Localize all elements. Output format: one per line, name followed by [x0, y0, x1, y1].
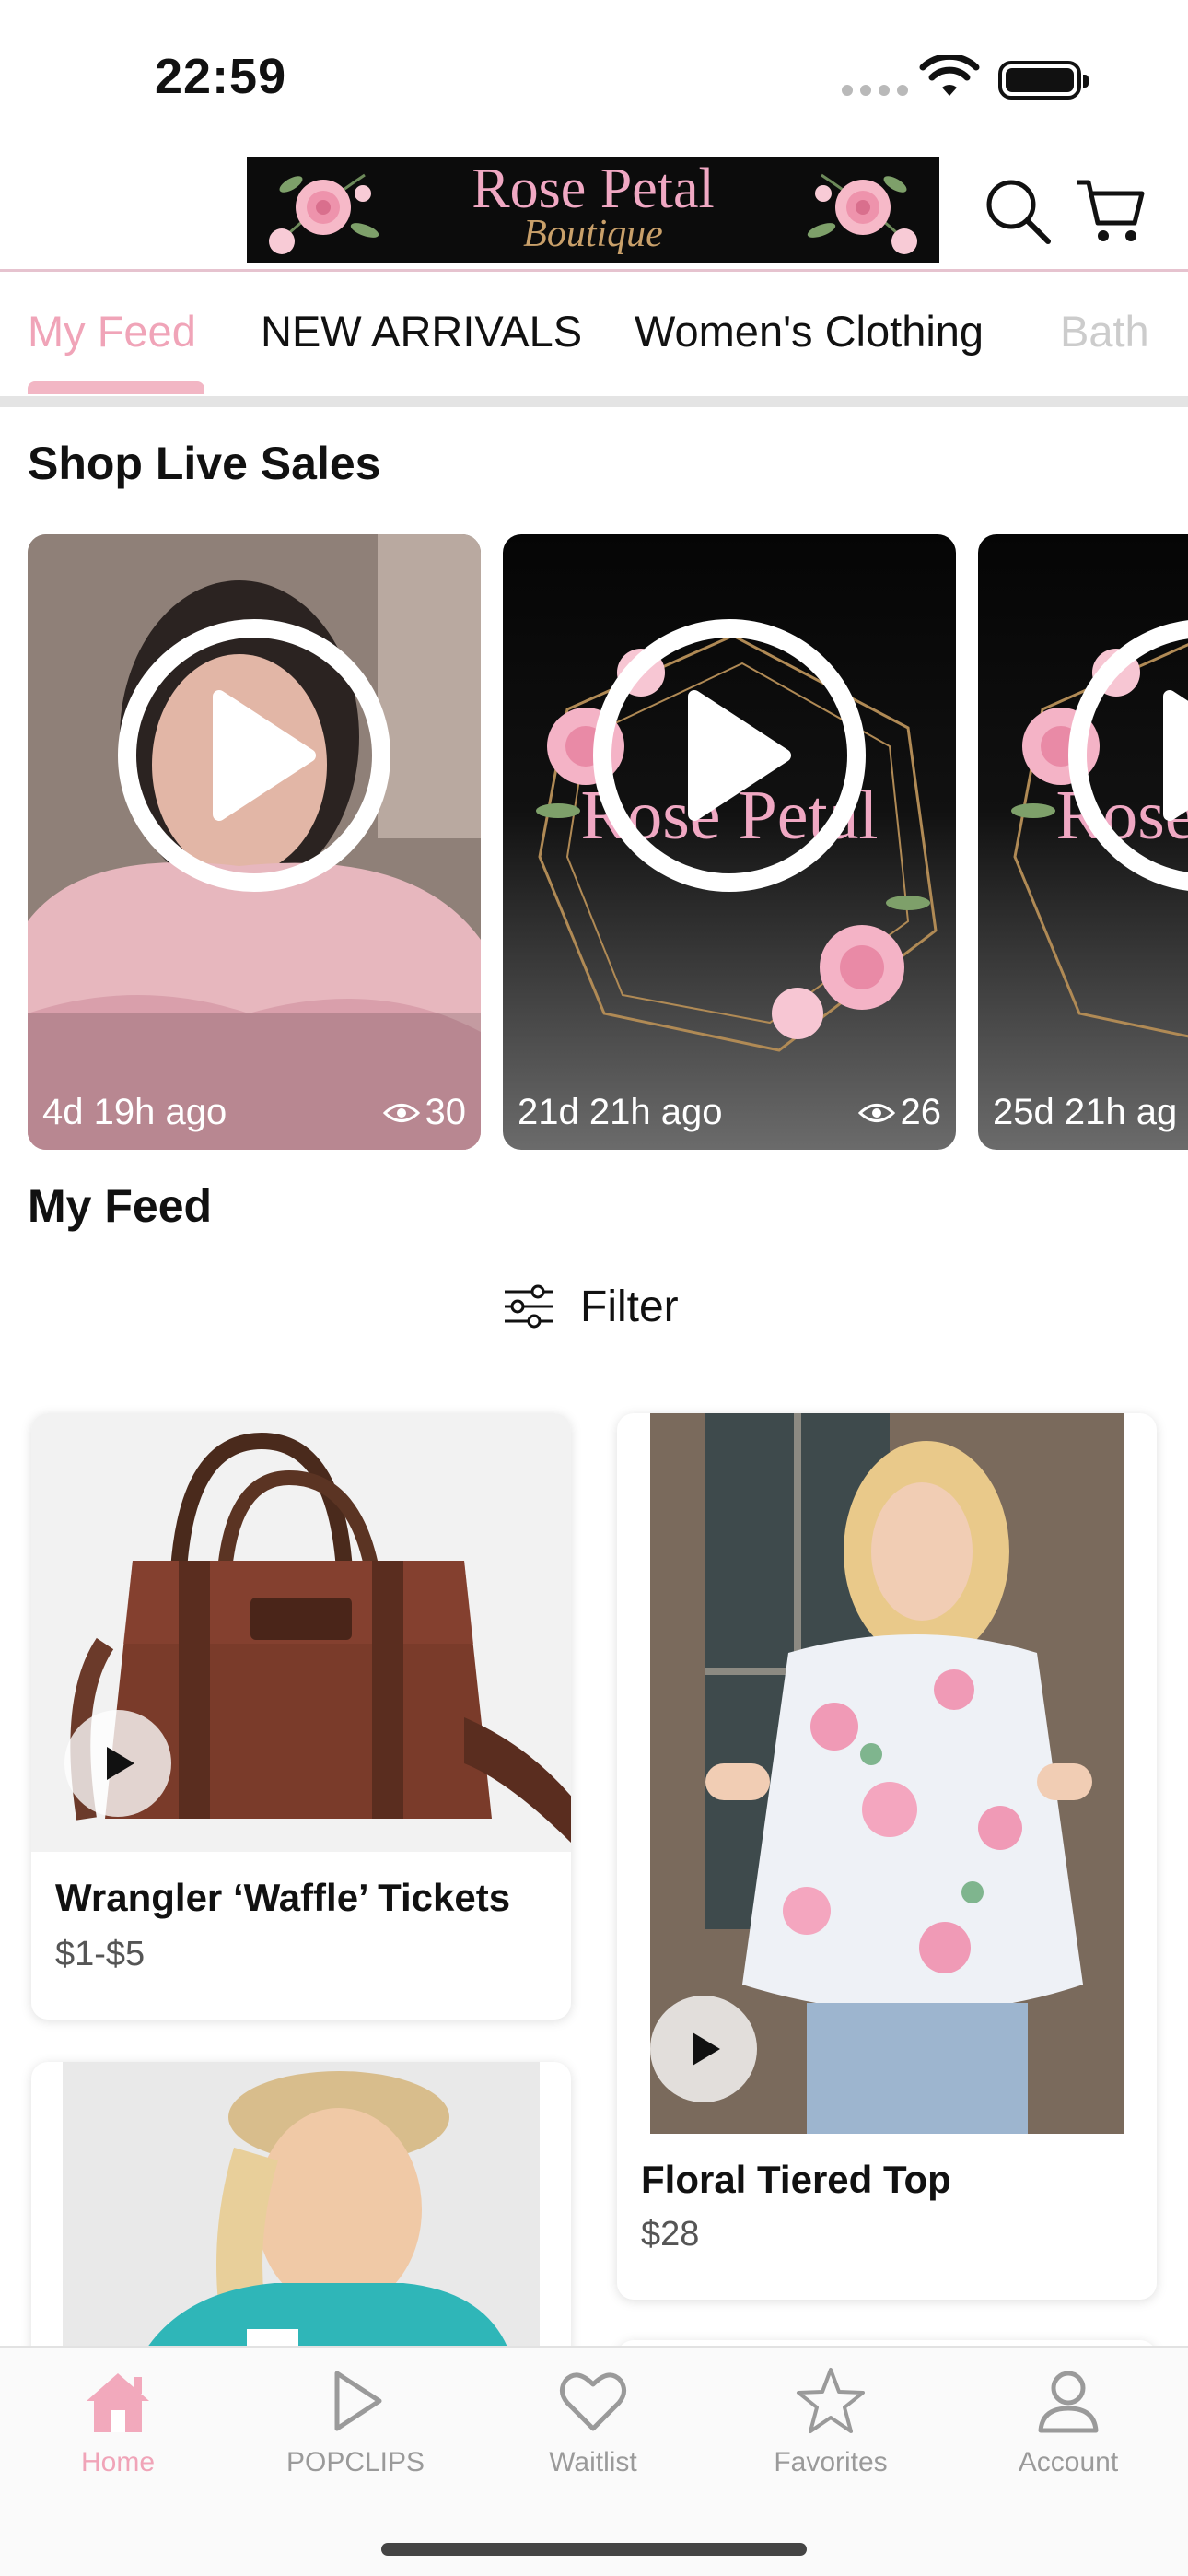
live-sale-card[interactable]: Rose Petal 25d 21h ag	[978, 534, 1188, 1150]
active-tab-indicator	[28, 381, 204, 394]
play-icon	[118, 619, 390, 892]
live-sale-age: 25d 21h ag	[993, 1092, 1178, 1132]
view-count: 26	[857, 1092, 942, 1133]
live-sale-card[interactable]: 4d 19h ago 30	[28, 534, 481, 1150]
product-card[interactable]	[31, 2062, 571, 2366]
nav-waitlist[interactable]: Waitlist	[501, 2364, 685, 2478]
my-feed-heading: My Feed	[28, 1180, 213, 1232]
play-button[interactable]	[64, 1710, 171, 1817]
nav-account[interactable]: Account	[976, 2364, 1160, 2478]
star-icon	[797, 2368, 865, 2433]
live-sales-carousel: 4d 19h ago 30 Rose Petal 21d 21h ago 26	[0, 534, 1188, 1152]
play-icon	[593, 619, 866, 892]
live-sale-card[interactable]: Rose Petal 21d 21h ago 26	[503, 534, 956, 1150]
play-button[interactable]	[650, 1996, 757, 2102]
tab-new-arrivals[interactable]: NEW ARRIVALS	[261, 306, 582, 357]
product-card[interactable]: Wrangler ‘Waffle’ Tickets $1-$5	[31, 1413, 571, 2020]
play-icon	[693, 2032, 720, 2066]
product-image	[63, 2062, 540, 2366]
view-count-value: 26	[900, 1092, 942, 1132]
nav-favorites-label: Favorites	[774, 2447, 888, 2477]
status-time: 22:59	[155, 49, 287, 104]
play-icon	[107, 1747, 134, 1780]
live-sales-heading: Shop Live Sales	[28, 438, 381, 489]
nav-popclips-label: POPCLIPS	[285, 2447, 425, 2477]
tab-bath[interactable]: Bath	[1060, 306, 1149, 357]
play-icon	[1068, 620, 1188, 891]
nav-home-label: Home	[80, 2447, 156, 2477]
product-image	[650, 1413, 1124, 2134]
home-icon	[87, 2373, 149, 2432]
view-count-value: 30	[425, 1092, 467, 1132]
live-sale-age: 21d 21h ago	[518, 1092, 723, 1132]
product-name[interactable]: Floral Tiered Top	[641, 2158, 951, 2202]
heart-icon	[560, 2372, 626, 2431]
sliders-icon	[505, 1284, 553, 1329]
tabs-divider	[0, 396, 1188, 407]
eye-icon	[857, 1103, 895, 1122]
nav-account-label: Account	[1018, 2447, 1119, 2477]
search-icon[interactable]	[982, 175, 1054, 247]
product-price: $28	[641, 2215, 700, 2254]
home-indicator[interactable]	[381, 2543, 807, 2556]
cellular-signal-icon	[842, 85, 908, 96]
product-name[interactable]: Wrangler ‘Waffle’ Tickets	[55, 1876, 510, 1920]
nav-waitlist-label: Waitlist	[549, 2447, 637, 2477]
play-icon	[334, 2371, 382, 2431]
product-image	[31, 1413, 571, 1852]
battery-icon	[998, 61, 1089, 100]
product-price: $1-$5	[55, 1935, 146, 1973]
nav-popclips[interactable]: POPCLIPS	[263, 2364, 448, 2478]
store-logo[interactable]: Rose Petal Boutique	[247, 157, 939, 263]
live-sale-age: 4d 19h ago	[42, 1092, 227, 1132]
filter-label: Filter	[580, 1282, 679, 1331]
cart-icon[interactable]	[1074, 175, 1146, 247]
tab-womens-clothing[interactable]: Women's Clothing	[635, 306, 984, 357]
category-tabs: My Feed NEW ARRIVALS Women's Clothing Ba…	[0, 273, 1188, 394]
product-card[interactable]: Floral Tiered Top $28	[617, 1413, 1157, 2300]
eye-icon	[382, 1103, 420, 1122]
header-divider	[0, 269, 1188, 272]
account-icon	[1038, 2371, 1099, 2433]
rose-flower-icon	[807, 173, 917, 254]
nav-home[interactable]: Home	[26, 2364, 210, 2478]
app-header: Rose Petal Boutique	[0, 155, 1188, 269]
tab-my-feed[interactable]: My Feed	[28, 306, 196, 357]
status-bar: 22:59	[0, 0, 1188, 147]
teal-shirt-image	[136, 2071, 514, 2366]
filter-button[interactable]: Filter	[503, 1279, 679, 1334]
wifi-icon	[919, 55, 980, 96]
view-count: 30	[382, 1092, 467, 1133]
bottom-navigation: Home POPCLIPS Waitlist Favorites Account	[0, 2346, 1188, 2576]
nav-favorites[interactable]: Favorites	[739, 2364, 923, 2478]
